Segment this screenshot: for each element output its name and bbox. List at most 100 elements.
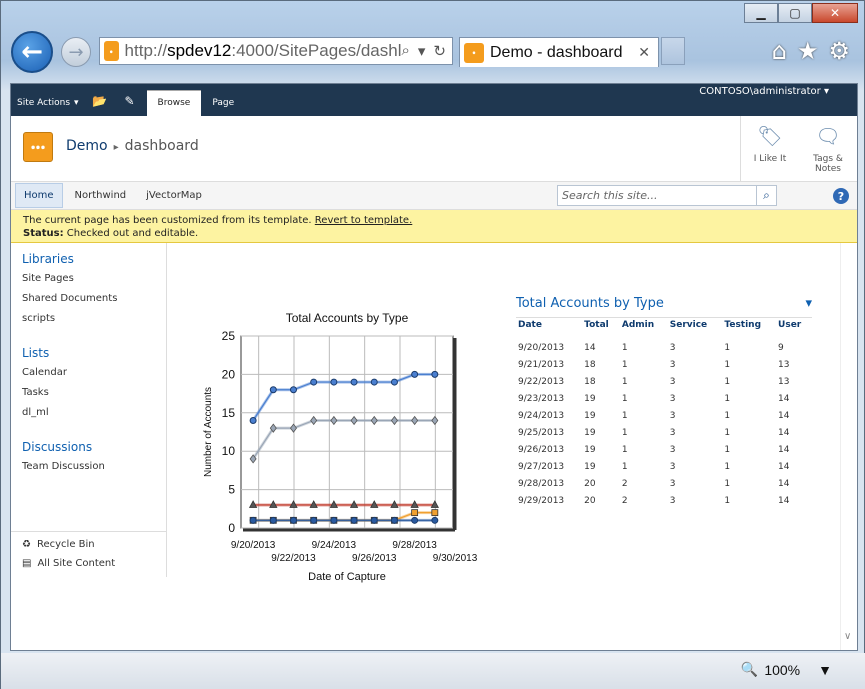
all-site-content-link[interactable]: ▤ All Site Content — [22, 558, 167, 569]
column-header[interactable]: User — [776, 317, 812, 340]
table-cell: 2 — [621, 478, 628, 489]
zoom-control[interactable]: 🔍 100% ▼ — [741, 661, 832, 678]
nav-calendar[interactable]: Calendar — [22, 367, 166, 378]
table-row: 9/25/2013 19 1 3 1 14 — [516, 425, 812, 442]
nav-northwind[interactable]: Northwind — [67, 184, 135, 207]
nav-tasks[interactable]: Tasks — [22, 387, 166, 398]
table-cell: 3 — [669, 444, 676, 455]
address-bar[interactable]: ꞏ http://spdev12:4000/SitePages/dashl ⌕ … — [99, 37, 453, 65]
site-actions-menu[interactable]: Site Actions ▾ — [11, 98, 87, 116]
y-tick-label: 15 — [222, 406, 236, 420]
zoom-icon: 🔍 — [740, 661, 759, 677]
nav-site-pages[interactable]: Site Pages — [22, 273, 166, 284]
close-window-button[interactable]: ✕ — [812, 3, 858, 23]
table-cell: 1 — [724, 444, 731, 455]
table-cell: 3 — [669, 342, 676, 353]
search-icon[interactable]: ⌕ — [401, 42, 409, 60]
maximize-button[interactable]: ▢ — [778, 3, 812, 23]
column-header[interactable]: Service — [667, 317, 723, 340]
column-header[interactable]: Date — [516, 317, 583, 340]
webpart-menu-icon[interactable]: ▾ — [805, 296, 812, 311]
tab-browse[interactable]: Browse — [146, 90, 202, 116]
table-cell: 1 — [724, 342, 731, 353]
table-cell: 1 — [724, 461, 731, 472]
browser-tab[interactable]: ꞏ Demo - dashboard ✕ — [459, 37, 659, 67]
table-cell: 18 — [584, 359, 596, 370]
accounts-line-chart: Total Accounts by Type 0 5 10 15 20 25 9/20/201… — [203, 311, 478, 583]
nav-dl-ml[interactable]: dl_ml — [22, 407, 166, 418]
data-point — [431, 509, 439, 517]
status-text: Checked out and editable. — [66, 228, 199, 239]
status-label: Status: — [23, 228, 64, 239]
minimize-button[interactable]: ▁ — [744, 3, 778, 23]
y-tick-label: 5 — [228, 483, 235, 497]
navigate-up-icon[interactable]: 📂 — [91, 94, 109, 108]
i-like-it-button[interactable]: 🏷 I Like It — [741, 116, 799, 182]
user-menu[interactable]: CONTOSO\administrator ▾ — [699, 86, 829, 97]
recycle-bin-link[interactable]: ♻ Recycle Bin — [22, 539, 167, 550]
window-controls: ▁ ▢ ✕ — [744, 3, 858, 23]
settings-gear-icon[interactable]: ⚙ — [828, 37, 850, 65]
data-point — [370, 516, 378, 524]
breadcrumb-page: dashboard — [124, 138, 199, 154]
new-tab-button[interactable] — [661, 37, 685, 65]
nav-shared-documents[interactable]: Shared Documents — [22, 293, 166, 304]
column-header[interactable]: Total — [582, 317, 620, 340]
nav-scripts[interactable]: scripts — [22, 313, 166, 324]
table-cell: 19 — [584, 444, 596, 455]
close-tab-icon[interactable]: ✕ — [638, 44, 650, 61]
quick-launch-footer: ♻ Recycle Bin ▤ All Site Content — [11, 531, 167, 577]
forward-button[interactable]: → — [61, 37, 91, 67]
search-input[interactable]: Search this site... ⌕ — [557, 185, 777, 206]
recycle-label: Recycle Bin — [36, 539, 95, 550]
table-cell: 14 — [778, 478, 790, 489]
lists-heading[interactable]: Lists — [22, 346, 166, 360]
site-logo-icon[interactable]: ꞏꞏꞏ — [23, 132, 53, 162]
data-point — [249, 516, 257, 524]
favorites-star-icon[interactable]: ★ — [797, 37, 819, 65]
chevron-down-icon: ▾ — [74, 98, 79, 108]
edit-page-icon[interactable]: ✎ — [121, 94, 139, 108]
data-point — [330, 516, 338, 524]
nav-team-discussion[interactable]: Team Discussion — [22, 461, 166, 472]
discussions-heading[interactable]: Discussions — [22, 440, 166, 454]
libraries-heading[interactable]: Libraries — [22, 252, 166, 266]
url-prefix: http:// — [124, 41, 168, 60]
revert-link[interactable]: Revert to template. — [315, 215, 412, 226]
tags-notes-button[interactable]: 🗨 Tags & Notes — [799, 116, 857, 182]
table-cell: 9/24/2013 — [518, 410, 565, 421]
search-icon[interactable]: ⌕ — [756, 186, 776, 205]
back-button[interactable]: ← — [11, 31, 53, 73]
table-title[interactable]: Total Accounts by Type — [516, 296, 664, 311]
table-cell: 14 — [778, 461, 790, 472]
data-point — [350, 516, 358, 524]
table-cell: 14 — [778, 444, 790, 455]
column-header[interactable]: Admin — [619, 317, 668, 340]
table-cell: 14 — [584, 342, 596, 353]
table-cell: 9/21/2013 — [518, 359, 565, 370]
refresh-icon[interactable]: ↻ — [433, 42, 446, 60]
dropdown-icon[interactable]: ▾ — [418, 42, 426, 60]
top-navigation: Home Northwind jVectorMap Search this si… — [11, 182, 857, 210]
table-cell: 3 — [669, 359, 676, 370]
nav-home[interactable]: Home — [15, 183, 63, 208]
notes-icon: 🗨 — [815, 124, 841, 148]
help-icon[interactable]: ? — [833, 188, 849, 204]
zoom-dropdown-icon[interactable]: ▼ — [818, 662, 832, 678]
scroll-down-icon[interactable]: ∨ — [844, 631, 851, 642]
recycle-bin-icon: ♻ — [22, 539, 31, 550]
tab-page[interactable]: Page — [201, 91, 245, 116]
breadcrumb: Demo ▸ dashboard — [66, 138, 199, 154]
table-cell: 13 — [778, 376, 790, 387]
notes-label: Notes — [815, 164, 841, 174]
table-cell: 9/25/2013 — [518, 427, 565, 438]
home-icon[interactable]: ⌂ — [772, 37, 787, 65]
nav-jvectormap[interactable]: jVectorMap — [138, 184, 210, 207]
zoom-level: 100% — [764, 661, 801, 678]
column-header[interactable]: Testing — [722, 317, 777, 340]
vertical-scrollbar[interactable]: ∨ — [840, 243, 857, 650]
breadcrumb-site[interactable]: Demo — [66, 138, 108, 154]
table-cell: 14 — [778, 393, 790, 404]
table-cell: 3 — [669, 478, 676, 489]
table-row: 9/20/2013 14 1 3 1 9 — [516, 340, 812, 357]
